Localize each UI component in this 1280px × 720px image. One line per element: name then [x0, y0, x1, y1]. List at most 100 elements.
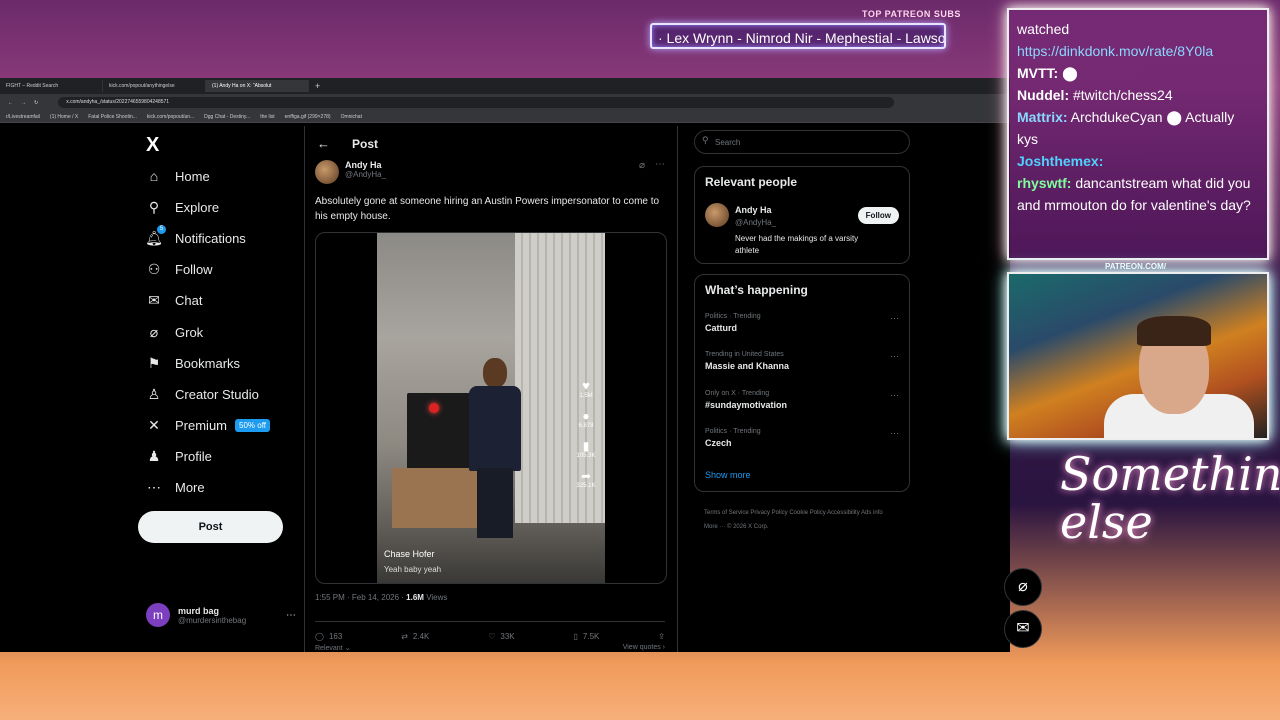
trend-context: Politics · Trending — [705, 428, 761, 435]
chat-text: watched — [1017, 21, 1070, 37]
comment-icon[interactable]: ● 6,878 — [575, 409, 597, 429]
share-button[interactable]: ⇪ — [658, 632, 665, 641]
relevant-people-card: Relevant people Andy Ha @AndyHa_ Never h… — [694, 166, 910, 264]
bookmark-item[interactable]: r/Livestreamfail — [6, 114, 40, 120]
trend-name: Catturd — [705, 323, 737, 333]
video-saves: 105.3K — [576, 453, 596, 459]
browser-tab[interactable]: kick.com/popout/anythingelse — [103, 80, 206, 92]
more-icon[interactable]: ⋯ — [890, 313, 899, 324]
more-icon[interactable]: ⋯ — [890, 428, 899, 439]
nav-label: Creator Studio — [175, 386, 259, 402]
footer-links[interactable]: Terms of Service Privacy Policy Cookie P… — [704, 506, 894, 534]
nav-item-bookmarks[interactable]: ⚑ Bookmarks — [146, 355, 240, 371]
address-bar-row: ← → ↻ x.com/andyha_/status/2022746559804… — [0, 94, 1010, 111]
nav-label: Profile — [175, 448, 212, 464]
patreon-label: PATREON.COM/ — [1105, 262, 1167, 271]
nav-label: Premium — [175, 417, 228, 433]
more-icon[interactable]: ⋯ — [890, 351, 899, 362]
trend-item[interactable]: Politics · Trending Catturd — [705, 313, 761, 333]
account-name: murd bag — [178, 605, 220, 616]
chat-username: Nuddel: — [1017, 87, 1070, 103]
video-player[interactable]: ♥ 1.5M ● 6,878 ▮ 105.3K ➦ 325.1K Chase Hofer… — [315, 232, 667, 584]
more-icon[interactable]: ⋯ — [286, 610, 296, 621]
post-actions: ◯ 163 ⇄ 2.4K ♡ 33K ▯ 7.5K ⇪ — [315, 621, 665, 641]
mail-icon: ✉ — [148, 291, 160, 308]
repost-button[interactable]: ⇄ 2.4K — [401, 632, 429, 641]
mail-icon[interactable]: ✉ — [1004, 610, 1042, 648]
nav-item-more[interactable]: ⋯ More — [146, 479, 205, 495]
tab-bar: FIGHT – Reddit Search kick.com/popout/an… — [0, 78, 1010, 94]
relevant-sort[interactable]: Relevant ⌄ — [315, 644, 350, 652]
nav-item-profile[interactable]: ♟ Profile — [146, 448, 212, 464]
page-header: ← Post — [317, 136, 378, 151]
nav-item-home[interactable]: ⌂ Home — [146, 168, 210, 184]
video-shares: 325.1K — [576, 483, 596, 489]
view-quotes-link[interactable]: View quotes › — [623, 644, 665, 652]
post-button[interactable]: Post — [138, 511, 283, 543]
bookmark-button[interactable]: ▯ 7.5K — [574, 632, 600, 641]
nav-item-grok[interactable]: ⌀ Grok — [146, 324, 203, 340]
like-button[interactable]: ♡ 33K — [488, 632, 514, 641]
trend-item[interactable]: Only on X · Trending #sundaymotivation — [705, 390, 787, 410]
author-name[interactable]: Andy Ha — [345, 160, 386, 170]
bookmark-item[interactable]: kick.com/popout/an... — [147, 114, 194, 120]
author-handle[interactable]: @AndyHa_ — [345, 170, 386, 179]
trend-context: Only on X · Trending — [705, 390, 770, 397]
bookmark-item[interactable]: Omnichat — [341, 114, 362, 120]
nav-label: Chat — [175, 292, 203, 308]
avatar: m — [146, 603, 170, 627]
nav-item-premium[interactable]: ✕ Premium 50% off — [146, 417, 270, 433]
webcam-feed — [1007, 272, 1269, 440]
bookmark-item[interactable]: enffiga.gif (299×278) — [285, 114, 331, 120]
nav-item-follow[interactable]: ⚇ Follow — [146, 261, 213, 277]
follow-button[interactable]: Follow — [857, 207, 899, 224]
grok-icon[interactable]: ⌀ — [1004, 568, 1042, 606]
search-input[interactable]: Search — [694, 130, 910, 154]
video-frame[interactable]: ♥ 1.5M ● 6,878 ▮ 105.3K ➦ 325.1K Chase Hofer… — [377, 233, 605, 583]
account-switcher[interactable]: m murd bag @murdersinthebag ⋯ — [146, 603, 296, 627]
bookmark-item[interactable]: the list — [260, 114, 274, 120]
streamer-hair — [1137, 316, 1211, 346]
back-arrow-icon[interactable]: ← — [317, 136, 330, 151]
heart-icon[interactable]: ♥ 1.5M — [575, 378, 597, 399]
video-caption-text: Yeah baby yeah — [384, 565, 442, 574]
bookmark-item[interactable]: Dgg Chat - Destiny... — [204, 114, 250, 120]
nav-item-creator-studio[interactable]: ♙ Creator Studio — [146, 386, 259, 402]
x-page: X ⌂ Home ⚲ Explore 🔔︎ 5 Notifications ⚇ Follow ✉ C… — [0, 126, 1010, 652]
bookmark-item[interactable]: (1) Home / X — [50, 114, 78, 120]
show-more-link[interactable]: Show more — [705, 470, 751, 480]
new-tab-button[interactable]: + — [309, 81, 326, 91]
avatar[interactable] — [705, 203, 729, 227]
more-icon[interactable]: ⋯ — [890, 390, 899, 401]
trend-item[interactable]: Politics · Trending Czech — [705, 428, 761, 448]
trend-context: Trending in United States — [705, 351, 784, 358]
url-field[interactable]: x.com/andyha_/status/2022746559804248571 — [58, 97, 895, 108]
reload-icon[interactable]: ↻ — [34, 100, 38, 106]
browser-tab-active[interactable]: (1) Andy Ha on X: "Absolut — [206, 80, 309, 92]
nav-item-chat[interactable]: ✉ Chat — [146, 292, 202, 308]
replies-sort-row: Relevant ⌄ View quotes › — [315, 644, 665, 652]
chat-message: Joshthemex: — [1017, 150, 1259, 172]
x-logo-icon[interactable]: X — [146, 134, 159, 157]
person-handle[interactable]: @AndyHa_ — [735, 218, 776, 227]
nav-label: Grok — [175, 324, 204, 340]
post-author[interactable]: Andy Ha @AndyHa_ — [315, 160, 386, 184]
nav-item-notifications[interactable]: 🔔︎ 5 Notifications — [145, 225, 246, 246]
browser-tab[interactable]: FIGHT – Reddit Search — [0, 80, 103, 92]
post-timestamp[interactable]: 1:55 PM · Feb 14, 2026 · — [315, 593, 406, 602]
back-icon[interactable]: ← — [8, 100, 13, 106]
person-name[interactable]: Andy Ha — [735, 205, 772, 215]
chat-link[interactable]: https://dinkdonk.mov/rate/8Y0la — [1017, 43, 1213, 59]
bookmark-icon[interactable]: ▮ 105.3K — [575, 439, 597, 459]
bookmark-item[interactable]: Fatal Police Shootin... — [88, 114, 137, 120]
repost-icon: ⇄ — [401, 632, 408, 641]
nav-label: More — [175, 479, 205, 495]
forward-icon[interactable]: → — [21, 100, 26, 106]
more-icon[interactable]: ⋯ — [655, 159, 665, 170]
share-icon[interactable]: ➦ 325.1K — [575, 469, 597, 489]
trend-item[interactable]: Trending in United States Massie and Khan… — [705, 351, 789, 371]
nav-item-explore[interactable]: ⚲ Explore — [146, 199, 219, 215]
reply-button[interactable]: ◯ 163 — [315, 632, 342, 641]
grok-icon[interactable]: ⌀ — [639, 160, 645, 171]
chat-message: rhyswtf: dancantstream what did you and … — [1017, 172, 1259, 216]
